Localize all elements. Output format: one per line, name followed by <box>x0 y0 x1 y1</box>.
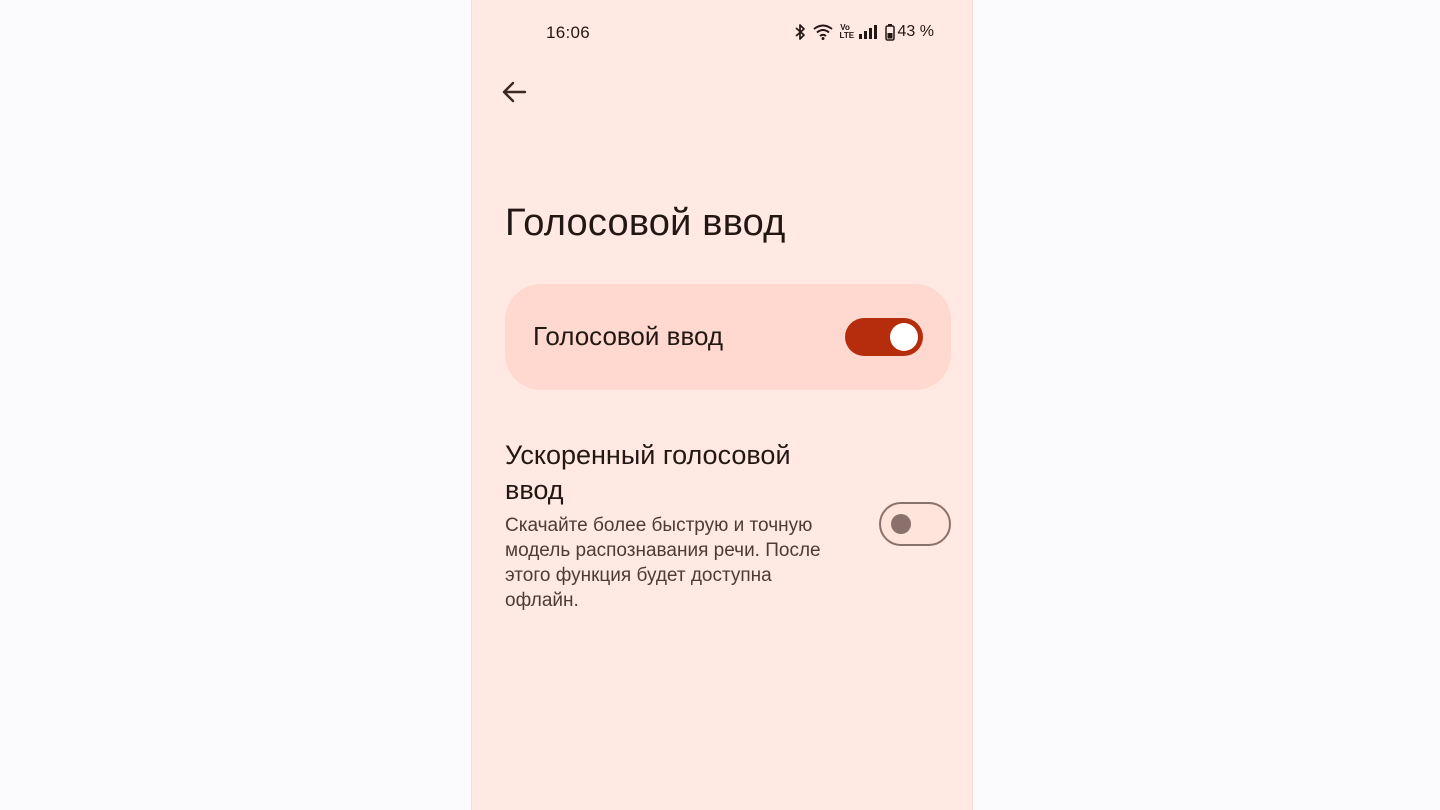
volte-label-bottom: LTE <box>839 31 855 40</box>
fast-voice-input-row[interactable]: Ускоренный голосовой ввод Скачайте более… <box>505 438 951 618</box>
back-button[interactable] <box>492 72 536 116</box>
toggle-thumb <box>890 323 918 351</box>
voice-input-toggle[interactable] <box>845 318 923 356</box>
voice-input-label: Голосовой ввод <box>533 321 724 351</box>
battery-icon <box>884 23 895 41</box>
voice-input-card[interactable]: Голосовой ввод <box>505 284 951 390</box>
bluetooth-icon <box>794 23 806 41</box>
phone-screen: 16:06 Vo LTE 43 % Голосовой ввод Голосов… <box>471 0 973 810</box>
status-time: 16:06 <box>546 23 591 42</box>
toggle-thumb <box>891 514 911 534</box>
battery-status: 43 % <box>884 23 934 41</box>
battery-percent: 43 % <box>897 23 934 40</box>
status-bar: 16:06 Vo LTE 43 % <box>472 18 972 50</box>
status-icons: Vo LTE 43 % <box>794 23 934 41</box>
volte-icon: Vo LTE <box>840 24 855 40</box>
fast-voice-input-title: Ускоренный голосовой ввод <box>505 440 791 505</box>
fast-voice-input-description: Скачайте более быструю и точную модель р… <box>505 515 821 611</box>
page-title: Голосовой ввод <box>505 202 786 244</box>
fast-voice-input-toggle[interactable] <box>879 502 951 546</box>
arrow-left-icon <box>501 80 527 109</box>
wifi-icon <box>812 24 833 40</box>
signal-icon <box>858 24 878 40</box>
